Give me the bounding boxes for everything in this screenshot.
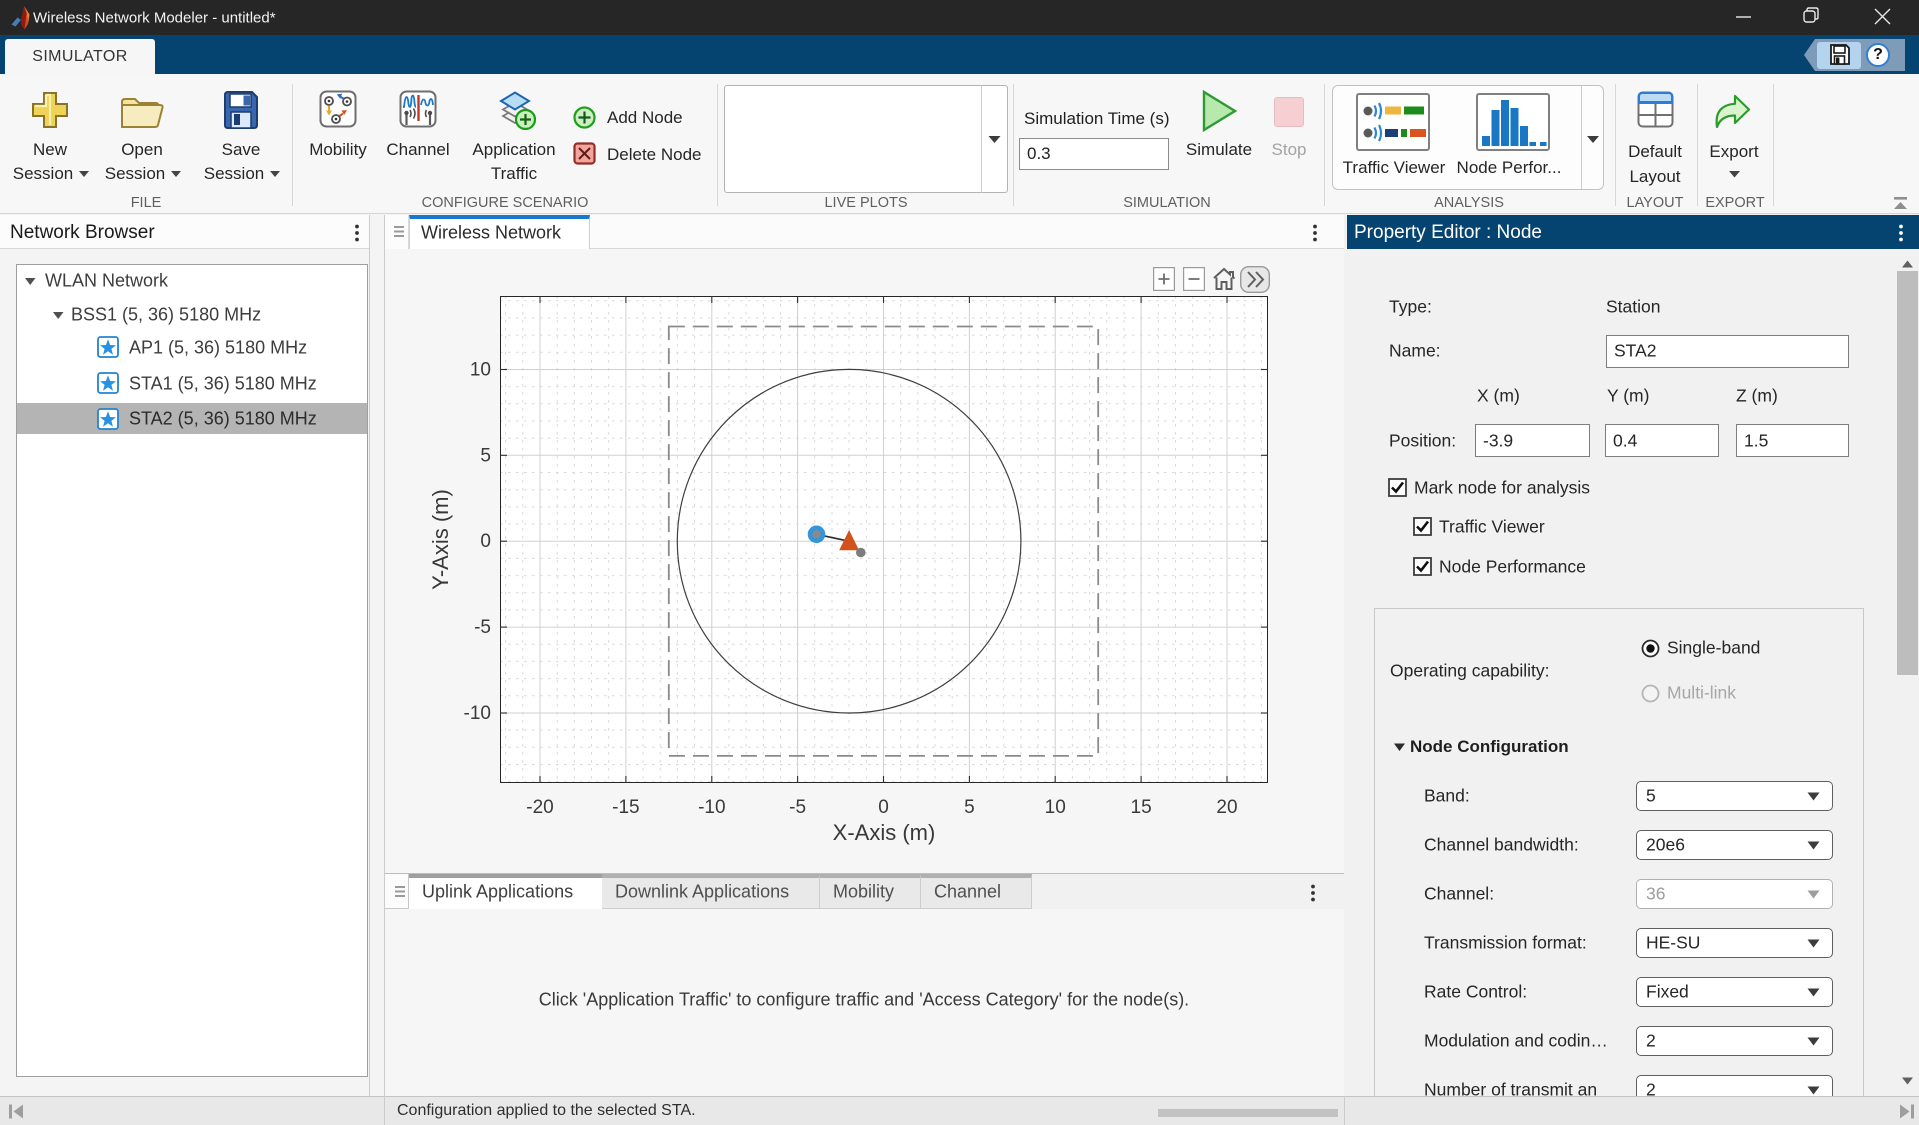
svg-text:5: 5 [480,445,491,466]
svg-text:-10: -10 [464,703,491,724]
svg-text:-20: -20 [526,797,553,818]
svg-text:-15: -15 [612,797,639,818]
svg-text:20: 20 [1216,797,1237,818]
svg-text:10: 10 [1045,797,1066,818]
svg-text:5: 5 [964,797,975,818]
svg-text:10: 10 [470,360,491,381]
svg-text:-5: -5 [474,617,491,638]
svg-text:X-Axis (m): X-Axis (m) [833,820,936,845]
svg-text:Y-Axis (m): Y-Axis (m) [428,489,453,590]
svg-text:15: 15 [1131,797,1152,818]
svg-text:-10: -10 [698,797,725,818]
svg-text:0: 0 [878,797,889,818]
svg-text:0: 0 [480,531,491,552]
svg-text:-5: -5 [789,797,806,818]
